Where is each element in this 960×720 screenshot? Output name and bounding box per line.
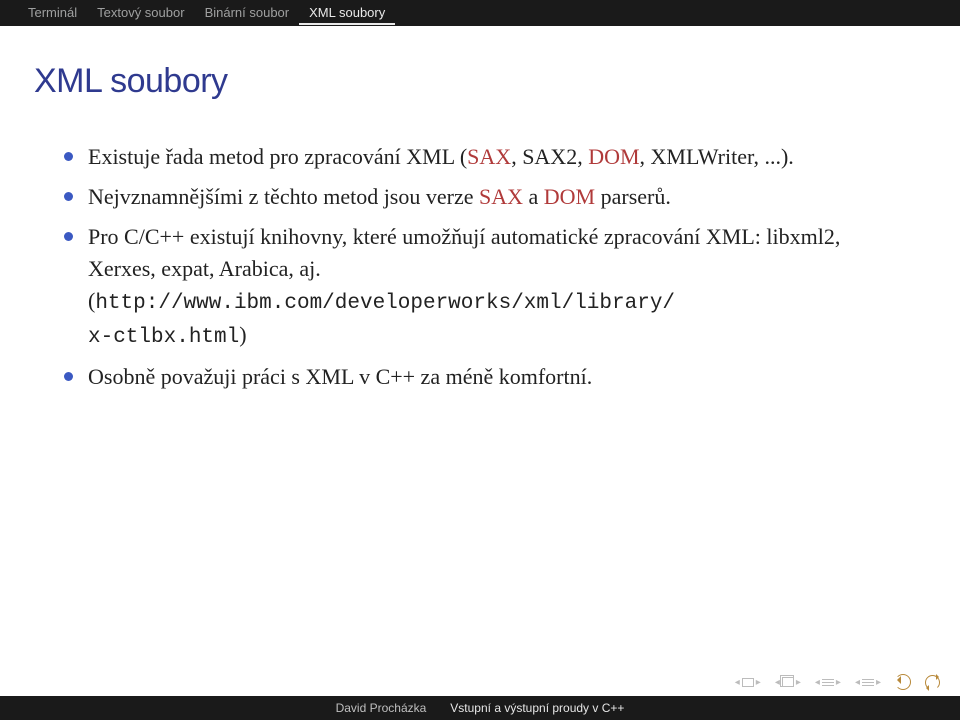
- reload-icon[interactable]: [925, 675, 940, 690]
- tab-xml-files[interactable]: XML soubory: [299, 1, 395, 25]
- bullet-1-post: , XMLWriter, ...).: [640, 144, 794, 169]
- slide-icon: [742, 678, 754, 687]
- bullet-1: Existuje řada metod pro zpracování XML (…: [88, 141, 912, 173]
- bullet-2: Nejvznamnějšími z těchto metod jsou verz…: [88, 181, 912, 213]
- bullet-2-mid: a: [523, 184, 544, 209]
- nav-first[interactable]: ◂ ▸: [735, 677, 761, 688]
- nav-subsection[interactable]: ◂ ▸: [855, 677, 881, 688]
- keyword-sax: SAX: [467, 144, 511, 169]
- nav-controls: ◂ ▸ ◂ ▸ ◂ ▸ ◂ ▸: [735, 674, 940, 690]
- bullet-1-mid: , SAX2,: [511, 144, 588, 169]
- bullet-4-text: Osobně považuji práci s XML v C++ za mén…: [88, 364, 592, 389]
- footer-bar: David Procházka Vstupní a výstupní proud…: [0, 696, 960, 720]
- keyword-sax-2: SAX: [479, 184, 523, 209]
- bullet-2-pre: Nejvznamnějšími z těchto metod jsou verz…: [88, 184, 479, 209]
- slide-body: XML soubory Existuje řada metod pro zpra…: [0, 26, 960, 393]
- chevron-right-icon: ▸: [796, 677, 801, 688]
- sections-icon: [822, 679, 834, 686]
- nav-section[interactable]: ◂ ▸: [815, 677, 841, 688]
- footer-title: Vstupní a výstupní proudy v C++: [438, 701, 636, 715]
- chevron-left-icon: ◂: [815, 677, 820, 688]
- url-line-2: x-ctlbx.html: [88, 326, 239, 349]
- undo-icon[interactable]: [895, 674, 911, 690]
- chevron-right-icon: ▸: [876, 677, 881, 688]
- keyword-dom: DOM: [588, 144, 639, 169]
- tab-bar: Terminál Textový soubor Binární soubor X…: [0, 0, 960, 26]
- bullet-3-tail: ): [239, 322, 246, 347]
- nav-frame[interactable]: ◂ ▸: [775, 677, 801, 688]
- footer-author: David Procházka: [324, 701, 439, 715]
- tab-terminal[interactable]: Terminál: [18, 0, 87, 26]
- bullet-1-pre: Existuje řada metod pro zpracování XML (: [88, 144, 467, 169]
- chevron-right-icon: ▸: [836, 677, 841, 688]
- tab-text-file[interactable]: Textový soubor: [87, 0, 194, 26]
- bullet-list: Existuje řada metod pro zpracování XML (…: [34, 141, 912, 393]
- bullet-3: Pro C/C++ existují knihovny, které umožň…: [88, 221, 912, 354]
- bullet-2-post: parserů.: [595, 184, 671, 209]
- url-line-1: http://www.ibm.com/developerworks/xml/li…: [95, 292, 675, 315]
- keyword-dom-2: DOM: [544, 184, 595, 209]
- sections-icon: [862, 679, 874, 686]
- page-title: XML soubory: [34, 62, 912, 101]
- chevron-left-icon: ◂: [735, 677, 740, 688]
- frame-icon: [782, 677, 794, 687]
- chevron-left-icon: ◂: [855, 677, 860, 688]
- bullet-4: Osobně považuji práci s XML v C++ za mén…: [88, 361, 912, 393]
- chevron-right-icon: ▸: [756, 677, 761, 688]
- tab-binary-file[interactable]: Binární soubor: [195, 0, 300, 26]
